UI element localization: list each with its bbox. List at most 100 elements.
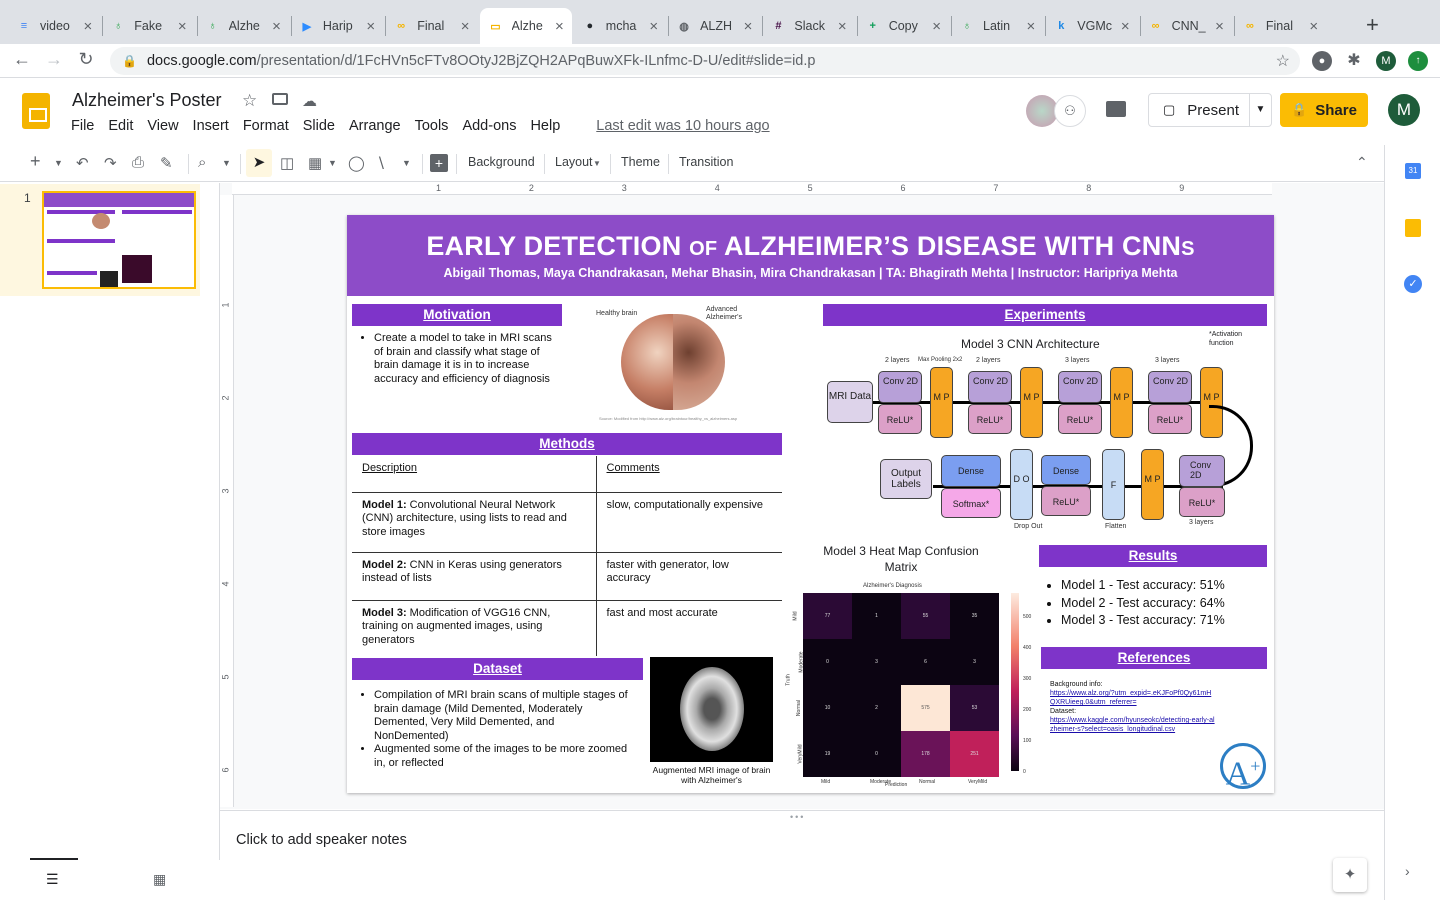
keep-icon[interactable] [1405, 219, 1421, 237]
new-tab-icon[interactable]: + [1366, 12, 1379, 38]
tasks-icon[interactable]: ✓ [1404, 275, 1422, 293]
mri-caption[interactable]: Augmented MRI image of brain with Alzhei… [650, 765, 773, 785]
slide-canvas[interactable]: EARLY DETECTION OF ALZHEIMER’S DISEASE W… [347, 215, 1274, 793]
menu-file[interactable]: File [71, 118, 94, 134]
puzzle-icon[interactable]: ✱ [1344, 51, 1364, 71]
theme-button[interactable]: Theme [621, 155, 660, 169]
conv2d-node[interactable]: Conv 2D [968, 371, 1012, 403]
close-tab-icon[interactable]: × [272, 18, 281, 35]
back-icon[interactable]: ← [10, 49, 34, 70]
browser-tab[interactable]: ♁ Fake × [102, 8, 194, 44]
last-edit-link[interactable]: Last edit was 10 hours ago [596, 118, 769, 134]
maxpool-node[interactable]: M P [1020, 367, 1043, 438]
zoom-icon[interactable]: ⌕ [198, 154, 206, 171]
browser-tab[interactable]: ▭ Alzhe × [479, 8, 572, 44]
browser-tab[interactable]: ◍ ALZH × [668, 8, 760, 44]
line-dropdown-icon[interactable]: ▼ [402, 158, 411, 168]
references-text-box[interactable]: Background info: https://www.alz.org/?ut… [1050, 680, 1215, 734]
poster-title[interactable]: EARLY DETECTION OF ALZHEIMER’S DISEASE W… [347, 231, 1274, 262]
dataset-text-box[interactable]: Compilation of MRI brain scans of multip… [352, 689, 632, 770]
meet-icon[interactable]: ⚇ [1054, 95, 1086, 127]
line-icon[interactable]: ∖ [376, 154, 386, 172]
speaker-notes[interactable]: Click to add speaker notes ✦ [220, 810, 1384, 900]
close-tab-icon[interactable]: × [1309, 18, 1318, 35]
close-tab-icon[interactable]: × [649, 18, 658, 35]
poster-authors[interactable]: Abigail Thomas, Maya Chandrakasan, Mehar… [347, 266, 1274, 280]
brain-comparison-image[interactable]: Healthy brain Advanced Alzheimer's Sourc… [593, 304, 743, 424]
close-tab-icon[interactable]: × [178, 18, 187, 35]
undo-icon[interactable]: ↶ [76, 154, 89, 172]
references-heading[interactable]: References [1041, 647, 1267, 669]
relu-node[interactable]: ReLU* [878, 404, 922, 434]
move-folder-icon[interactable] [272, 93, 288, 105]
present-button[interactable]: ▢ Present ▼ [1148, 93, 1272, 127]
forward-icon[interactable]: → [42, 49, 66, 70]
softmax-node[interactable]: Softmax* [941, 488, 1001, 518]
profile-avatar[interactable]: M [1376, 51, 1396, 71]
browser-tab[interactable]: ♁ Latin × [951, 8, 1043, 44]
dropout-node[interactable]: D O [1010, 449, 1033, 520]
update-icon[interactable]: ↑ [1408, 51, 1428, 71]
output-labels-node[interactable]: Output Labels [880, 459, 932, 499]
motivation-text-box[interactable]: Create a model to take in MRI scans of b… [352, 332, 564, 386]
conv2d-node[interactable]: Conv 2D [1058, 371, 1102, 403]
filmstrip-view-icon[interactable]: ☰ [46, 871, 59, 888]
browser-tab[interactable]: ● mcha × [574, 8, 666, 44]
layout-button[interactable]: Layout [555, 155, 593, 169]
menu-slide[interactable]: Slide [303, 118, 335, 134]
redo-icon[interactable]: ↷ [104, 154, 117, 172]
maxpool-node[interactable]: M P [1110, 367, 1133, 438]
address-bar[interactable]: 🔒 docs.google.com/presentation/d/1FcHVn5… [110, 47, 1300, 75]
menu-help[interactable]: Help [530, 118, 560, 134]
document-title[interactable]: Alzheimer's Poster [72, 90, 221, 111]
architecture-title[interactable]: Model 3 CNN Architecture [961, 337, 1100, 351]
browser-tab[interactable]: + Copy × [857, 8, 949, 44]
browser-tab[interactable]: ∞ CNN_ × [1140, 8, 1232, 44]
dense-node[interactable]: Dense [1041, 455, 1091, 485]
menu-insert[interactable]: Insert [193, 118, 229, 134]
calendar-icon[interactable]: 31 [1405, 163, 1421, 179]
conv2d-node[interactable]: Conv 2D [1179, 455, 1225, 487]
menu-edit[interactable]: Edit [108, 118, 133, 134]
image-icon[interactable]: ▦ [308, 154, 322, 172]
browser-tab[interactable]: k VGMc × [1045, 8, 1137, 44]
methods-heading[interactable]: Methods [352, 433, 782, 455]
conv2d-node[interactable]: Conv 2D [1148, 371, 1192, 403]
explore-icon[interactable]: ✦ [1333, 858, 1367, 892]
methods-table[interactable]: Description Comments Model 1: Convolution… [352, 456, 782, 656]
relu-node[interactable]: ReLU* [1041, 486, 1091, 516]
grid-view-icon[interactable]: ▦ [153, 871, 166, 888]
background-button[interactable]: Background [468, 155, 535, 169]
ref-background-link[interactable]: https://www.alz.org/?utm_expid=.eKJFoPf0… [1050, 689, 1215, 707]
menu-arrange[interactable]: Arrange [349, 118, 401, 134]
ref-dataset-link[interactable]: https://www.kaggle.com/hyunseokc/detecti… [1050, 716, 1215, 734]
browser-tab[interactable]: ∞ Final × [385, 8, 477, 44]
results-text-box[interactable]: Model 1 - Test accuracy: 51% Model 2 - T… [1039, 577, 1269, 630]
select-cursor-icon[interactable]: ➤ [246, 149, 272, 177]
slides-logo-icon[interactable] [22, 93, 50, 129]
new-slide-icon[interactable]: + [30, 151, 41, 172]
close-tab-icon[interactable]: × [366, 18, 375, 35]
present-dropdown-icon[interactable]: ▼ [1249, 94, 1271, 126]
zoom-dropdown-icon[interactable]: ▼ [222, 158, 231, 168]
mri-image[interactable] [650, 657, 773, 762]
flatten-node[interactable]: F [1102, 449, 1125, 520]
relu-node[interactable]: ReLU* [1058, 404, 1102, 434]
star-icon[interactable]: ☆ [242, 91, 257, 111]
add-comment-icon[interactable]: + [430, 154, 448, 172]
slide-thumbnail[interactable] [42, 191, 196, 289]
browser-tab[interactable]: ∞ Final × [1234, 8, 1326, 44]
extension-icon[interactable]: ● [1312, 51, 1332, 71]
menu-format[interactable]: Format [243, 118, 289, 134]
close-tab-icon[interactable]: × [555, 18, 564, 35]
close-tab-icon[interactable]: × [84, 18, 93, 35]
confusion-matrix-heatmap[interactable]: Alzheimer's Diagnosis 77 1 55 35 Mild 0 3 6 3 Mod… [781, 579, 1037, 793]
image-dropdown-icon[interactable]: ▼ [328, 158, 337, 168]
activation-note[interactable]: *Activation function [1209, 330, 1259, 348]
browser-tab[interactable]: ≡ video × [8, 8, 100, 44]
maxpool-node[interactable]: M P [1141, 449, 1164, 520]
close-tab-icon[interactable]: × [1121, 18, 1130, 35]
browser-tab[interactable]: # Slack × [762, 8, 854, 44]
reload-icon[interactable]: ↻ [74, 49, 98, 70]
motivation-heading[interactable]: Motivation [352, 304, 562, 326]
